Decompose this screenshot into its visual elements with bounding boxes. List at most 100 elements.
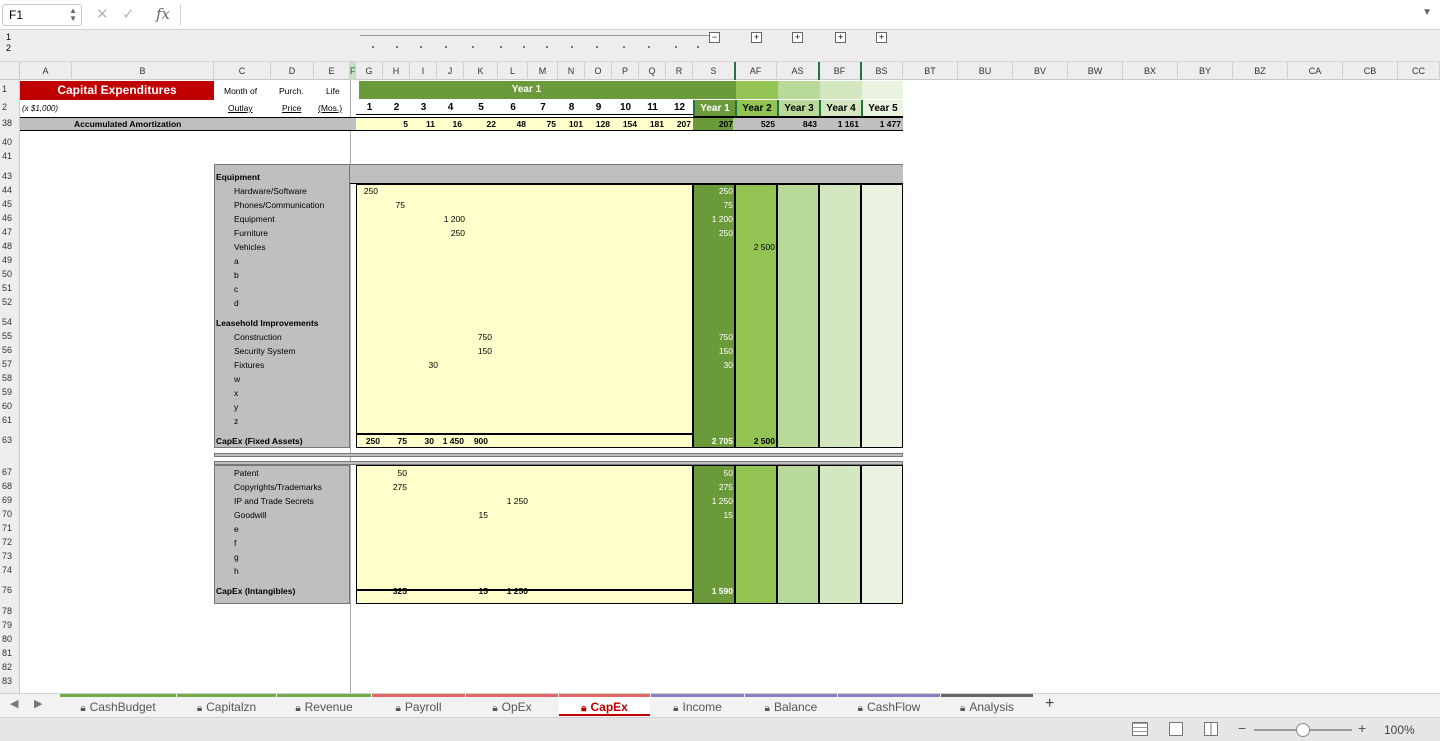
row-header-41[interactable]: 41	[2, 151, 12, 161]
tab-balance[interactable]: 🔒︎ Balance	[745, 694, 837, 716]
intangible-label[interactable]: h	[234, 565, 239, 577]
row-header-52[interactable]: 52	[2, 297, 12, 307]
equipment-label[interactable]: a	[234, 255, 239, 267]
row-header-74[interactable]: 74	[2, 565, 12, 575]
row-header-80[interactable]: 80	[2, 634, 12, 644]
accum-month-10[interactable]: 154	[612, 118, 637, 130]
accum-year-1[interactable]: 207	[693, 118, 733, 130]
month-header-4[interactable]: 4	[437, 102, 464, 115]
capex-intang-month[interactable]: 325	[383, 585, 407, 597]
capex-fixed-year[interactable]: 2 500	[735, 435, 775, 447]
equipment-month-value[interactable]: 1 200	[437, 213, 465, 225]
column-header-e[interactable]: E	[314, 62, 350, 80]
leasehold-month-value[interactable]: 150	[464, 345, 492, 357]
tab-analysis[interactable]: 🔒︎ Analysis	[941, 694, 1033, 716]
equipment-month-value[interactable]: 250	[356, 185, 378, 197]
header-mos[interactable]: (Mos.)	[318, 102, 342, 114]
year-header-5[interactable]: Year 5	[861, 100, 903, 117]
month-header-3[interactable]: 3	[410, 102, 437, 115]
outline-plus-button[interactable]: +	[876, 32, 887, 43]
row-header-54[interactable]: 54	[2, 317, 12, 327]
zoom-out-button[interactable]: −	[1238, 720, 1246, 736]
cancel-icon[interactable]: ✕	[96, 5, 109, 23]
row-header-50[interactable]: 50	[2, 269, 12, 279]
column-header-n[interactable]: N	[558, 62, 585, 80]
name-box[interactable]: F1 ▲ ▼	[2, 4, 82, 26]
tab-payroll[interactable]: 🔒︎ Payroll	[372, 694, 465, 716]
add-sheet-button[interactable]: +	[1045, 695, 1054, 713]
equipment-month-value[interactable]: 250	[437, 227, 465, 239]
accum-month-7[interactable]: 75	[528, 118, 556, 130]
intangible-year1-value[interactable]: 1 250	[693, 495, 733, 507]
row-header-51[interactable]: 51	[2, 283, 12, 293]
zoom-slider-thumb[interactable]	[1296, 723, 1310, 737]
equipment-label[interactable]: Phones/Communication	[234, 199, 324, 211]
accum-month-6[interactable]: 48	[498, 118, 526, 130]
month-header-11[interactable]: 11	[639, 102, 666, 115]
row-header-82[interactable]: 82	[2, 662, 12, 672]
intangible-label[interactable]: g	[234, 551, 239, 563]
column-header-as[interactable]: AS	[777, 62, 819, 80]
equipment-year1-value[interactable]: 250	[693, 227, 733, 239]
month-header-2[interactable]: 2	[383, 102, 410, 115]
intangible-year1-value[interactable]: 275	[693, 481, 733, 493]
row-header-60[interactable]: 60	[2, 401, 12, 411]
header-outlay[interactable]: Outlay	[228, 102, 253, 114]
zoom-level[interactable]: 100%	[1384, 723, 1415, 737]
accum-month-3[interactable]: 11	[410, 118, 435, 130]
intangible-label[interactable]: Goodwill	[234, 509, 267, 521]
capex-intang-month[interactable]: 15	[464, 585, 488, 597]
function-icon[interactable]: fx	[156, 5, 170, 23]
intangible-label[interactable]: IP and Trade Secrets	[234, 495, 314, 507]
column-header-bs[interactable]: BS	[861, 62, 903, 80]
tab-revenue[interactable]: 🔒︎ Revenue	[277, 694, 371, 716]
outline-minus-button[interactable]: −	[709, 32, 720, 43]
outline-level-1[interactable]: 1	[6, 32, 11, 42]
accum-month-5[interactable]: 22	[464, 118, 496, 130]
accum-month-11[interactable]: 181	[639, 118, 664, 130]
leasehold-label[interactable]: x	[234, 387, 238, 399]
column-header-p[interactable]: P	[612, 62, 639, 80]
row-header-48[interactable]: 48	[2, 241, 12, 251]
column-header-bw[interactable]: BW	[1068, 62, 1123, 80]
row-header-73[interactable]: 73	[2, 551, 12, 561]
accum-year-3[interactable]: 843	[777, 118, 817, 130]
capex-fixed-month[interactable]: 30	[410, 435, 434, 447]
leasehold-header[interactable]: Leasehold Improvements	[216, 317, 319, 329]
row-header-49[interactable]: 49	[2, 255, 12, 265]
column-header-bu[interactable]: BU	[958, 62, 1013, 80]
year1-banner[interactable]: Year 1	[359, 81, 694, 99]
equipment-year1-value[interactable]: 75	[693, 199, 733, 211]
tab-income[interactable]: 🔒︎ Income	[651, 694, 744, 716]
page-break-view-icon[interactable]	[1204, 722, 1218, 736]
row-header-56[interactable]: 56	[2, 345, 12, 355]
column-header-a[interactable]: A	[20, 62, 72, 80]
intangible-label[interactable]: Copyrights/Trademarks	[234, 481, 322, 493]
column-header-cb[interactable]: CB	[1343, 62, 1398, 80]
row-header-81[interactable]: 81	[2, 648, 12, 658]
tab-capitalzn[interactable]: 🔒︎ Capitalzn	[177, 694, 276, 716]
equipment-label[interactable]: b	[234, 269, 239, 281]
row-header-68[interactable]: 68	[2, 481, 12, 491]
column-header-g[interactable]: G	[356, 62, 383, 80]
equipment-year2-value[interactable]: 2 500	[735, 241, 775, 253]
tab-cashflow[interactable]: 🔒︎ CashFlow	[838, 694, 940, 716]
column-header-cc[interactable]: CC	[1398, 62, 1440, 80]
equipment-month-value[interactable]: 75	[383, 199, 405, 211]
equipment-label[interactable]: Equipment	[234, 213, 275, 225]
column-header-l[interactable]: L	[498, 62, 528, 80]
row-header-59[interactable]: 59	[2, 387, 12, 397]
leasehold-label[interactable]: z	[234, 415, 238, 427]
expand-formula-icon[interactable]: ▼	[1422, 7, 1432, 18]
row-header-46[interactable]: 46	[2, 213, 12, 223]
column-header-r[interactable]: R	[666, 62, 693, 80]
namebox-stepper-icon[interactable]: ▲ ▼	[69, 7, 77, 23]
month-header-8[interactable]: 8	[558, 102, 585, 115]
tab-cashbudget[interactable]: 🔒︎ CashBudget	[60, 694, 176, 716]
row-header-38[interactable]: 38	[2, 118, 12, 128]
accum-label[interactable]: Accumulated Amortization	[74, 118, 181, 130]
accum-year-2[interactable]: 525	[735, 118, 775, 130]
row-header-44[interactable]: 44	[2, 185, 12, 195]
column-header-s[interactable]: S	[693, 62, 735, 80]
header-price[interactable]: Price	[282, 102, 301, 114]
